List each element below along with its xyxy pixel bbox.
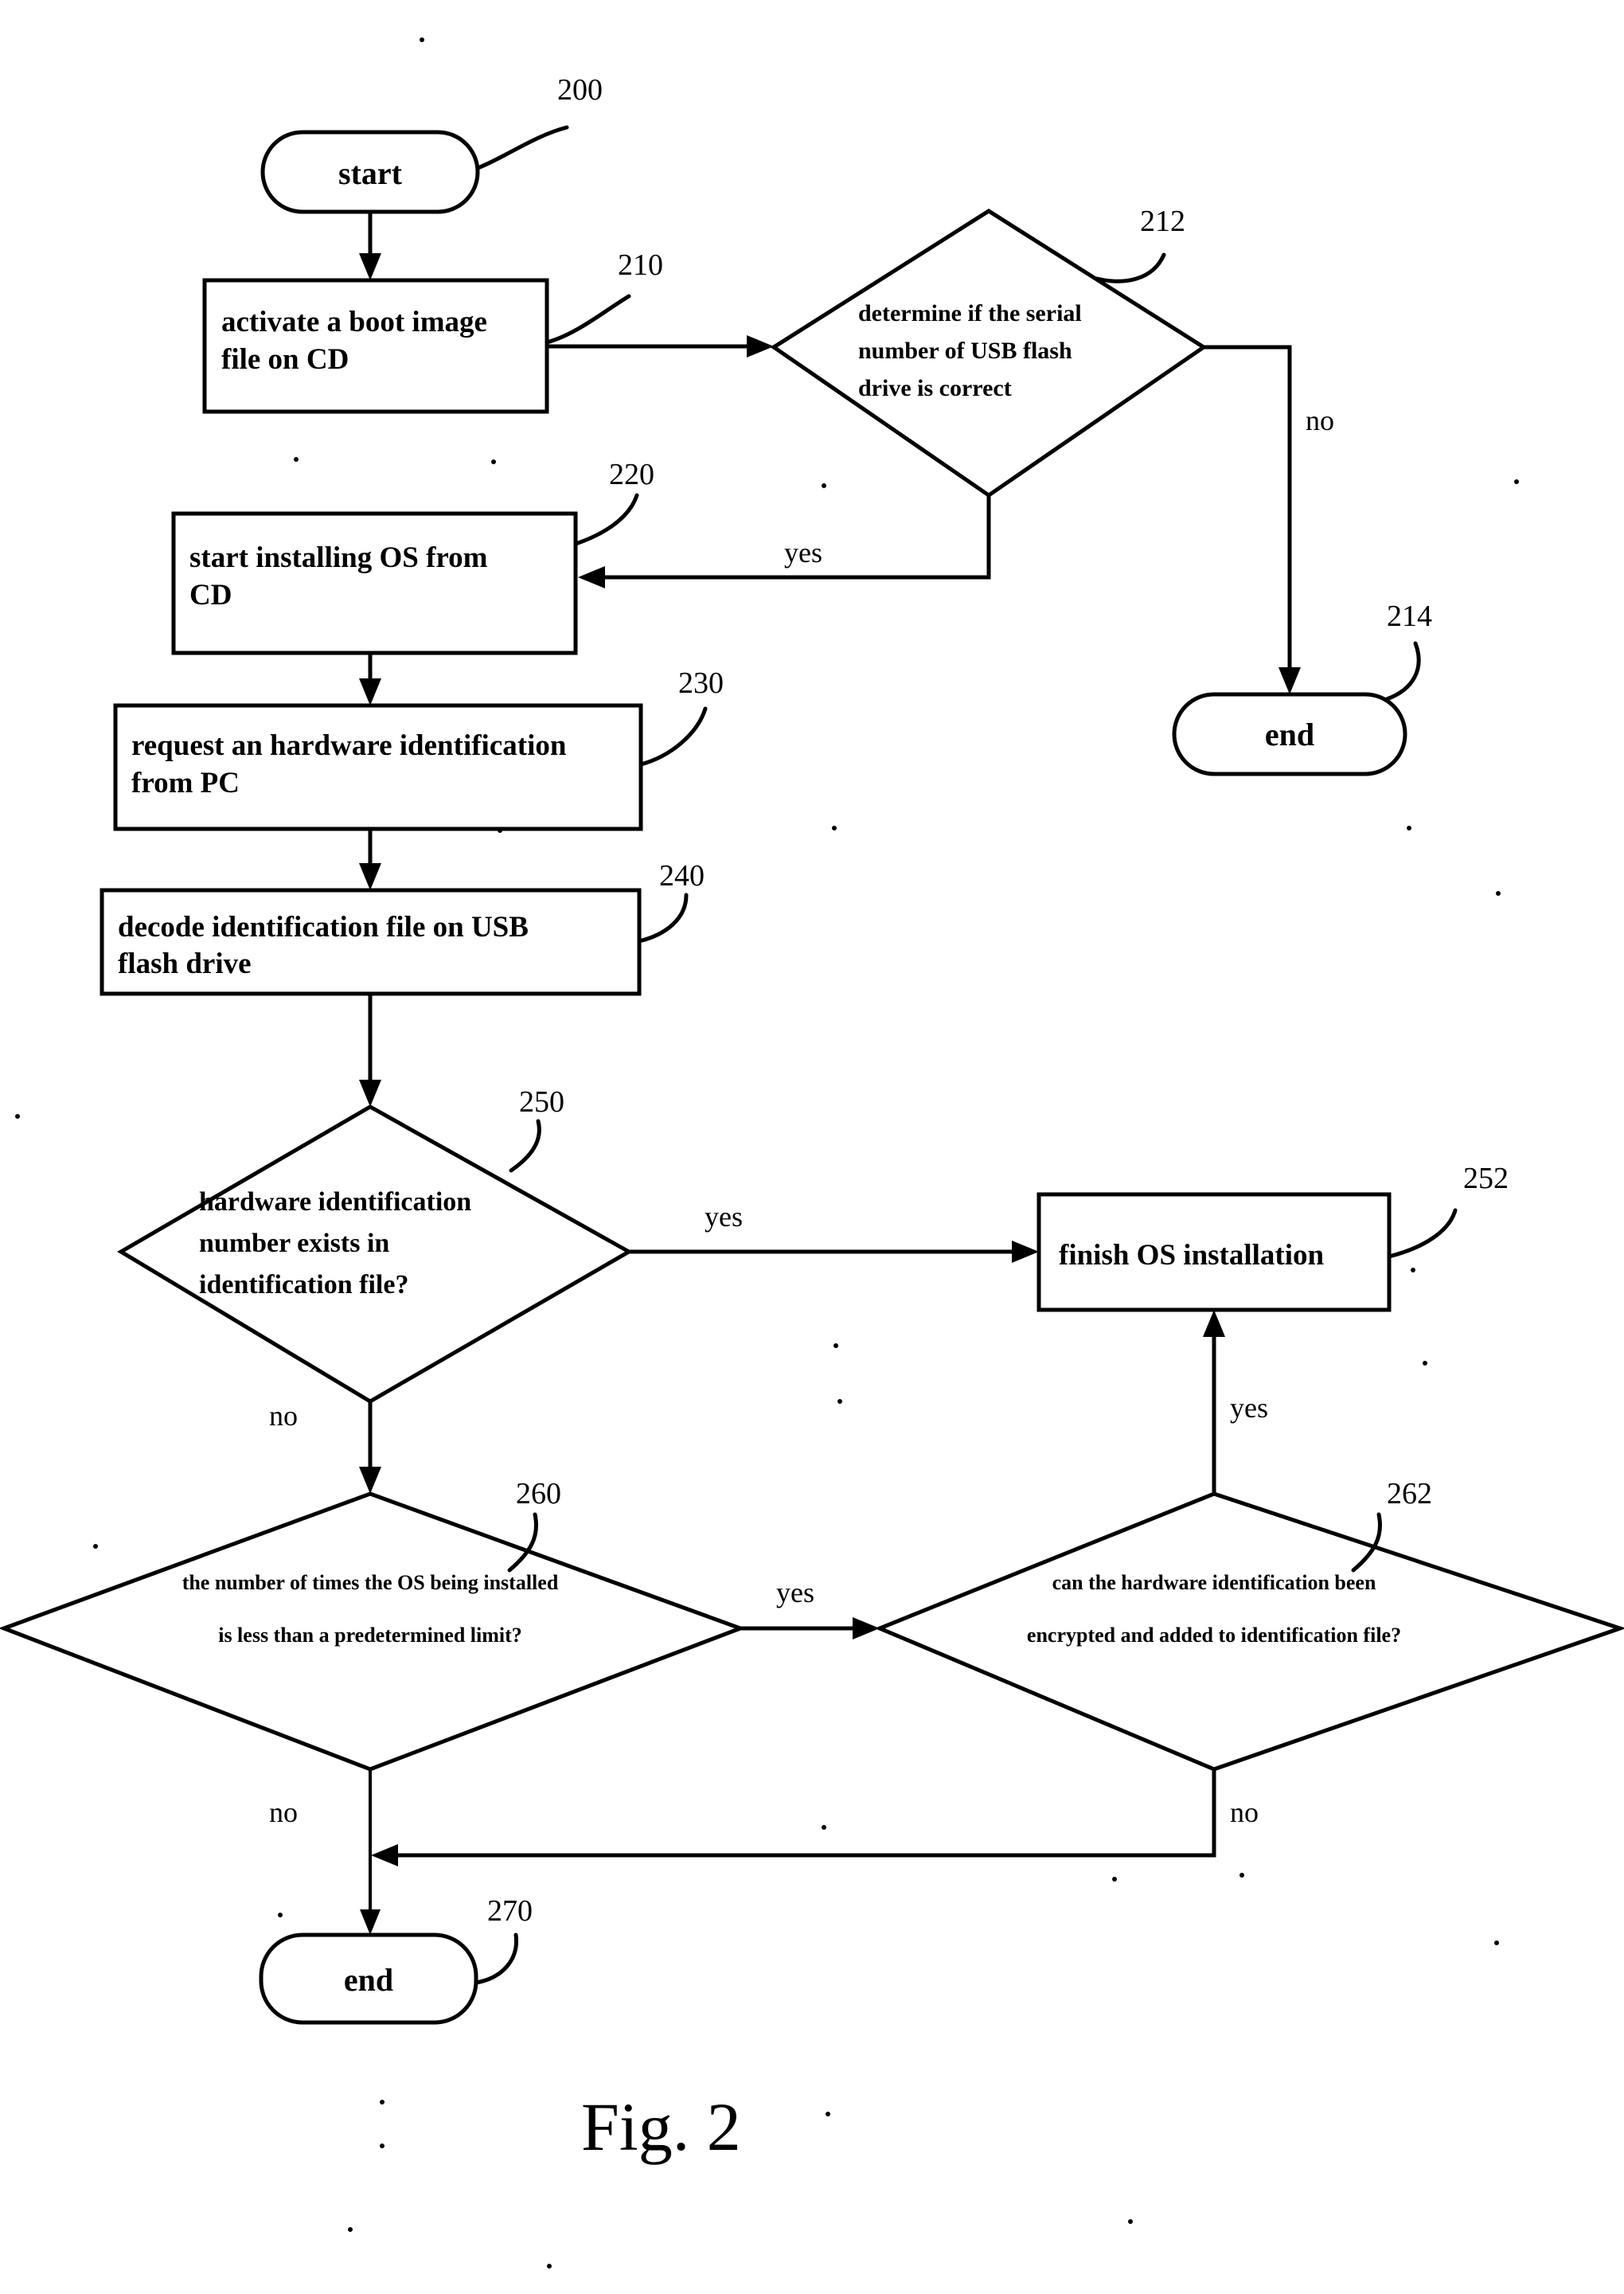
node-end-bottom: end <box>259 1933 478 2025</box>
leader-line-230 <box>638 706 708 767</box>
node-start: start <box>260 130 480 214</box>
connector-hwid-no-to-limit <box>359 1401 381 1494</box>
ref-number-270: 270 <box>487 1894 533 1928</box>
branch-label-encrypt-no: no <box>1230 1796 1259 1828</box>
ref-number-210: 210 <box>618 248 663 282</box>
connector-decode-to-hwid-exists <box>359 994 381 1107</box>
node-request-hardware-id: request an hardware identification from … <box>113 703 643 831</box>
start-label: start <box>338 155 403 191</box>
branch-label-serial-no: no <box>1306 404 1334 436</box>
hwid-exists-label-line1: hardware identification <box>199 1187 471 1217</box>
node-end-top: end <box>1172 692 1407 776</box>
node-hwid-exists-decision: hardware identification number exists in… <box>117 1104 634 1404</box>
serial-check-label-line2: number of USB flash <box>858 338 1072 364</box>
leader-line-212 <box>1095 252 1166 283</box>
ref-number-230: 230 <box>678 666 724 700</box>
leader-line-214 <box>1384 641 1421 701</box>
activate-boot-label-line2: file on CD <box>221 343 349 376</box>
connector-encrypt-yes-to-finish <box>1203 1310 1225 1494</box>
install-os-label-line1: start installing OS from <box>189 541 488 574</box>
hwid-exists-label-line2: number exists in <box>199 1229 389 1258</box>
figure-caption: Fig. 2 <box>581 2089 741 2165</box>
connector-install-to-request <box>359 653 381 705</box>
branch-label-encrypt-yes: yes <box>1230 1392 1268 1424</box>
install-os-label-line2: CD <box>189 579 232 612</box>
node-finish-os-installation: finish OS installation <box>1036 1192 1392 1312</box>
serial-check-label-line1: determine if the serial <box>858 300 1082 326</box>
ref-number-200: 200 <box>557 73 603 107</box>
leader-line-200 <box>475 125 569 170</box>
leader-line-250 <box>509 1119 541 1173</box>
leader-line-252 <box>1387 1208 1458 1259</box>
request-hwid-label-line1: request an hardware identification <box>131 729 567 762</box>
branch-label-serial-yes: yes <box>784 537 822 569</box>
flowchart-svg: start 200 activate a boot image file on … <box>0 37 1624 2269</box>
under-limit-label-line1: the number of times the OS being install… <box>182 1571 559 1594</box>
hwid-exists-label-line3: identification file? <box>199 1270 408 1299</box>
can-encrypt-label-line2: encrypted and added to identification fi… <box>1027 1624 1401 1647</box>
connector-activate-to-serial-check <box>547 335 774 358</box>
branch-label-hwid-yes: yes <box>705 1201 743 1233</box>
leader-line-210 <box>545 294 631 345</box>
under-limit-label-line2: is less than a predetermined limit? <box>218 1624 522 1647</box>
ref-number-214: 214 <box>1387 600 1432 633</box>
connector-limit-no-to-end <box>360 1769 381 1935</box>
serial-check-label-line3: drive is correct <box>858 375 1012 401</box>
connector-encrypt-no-to-end <box>371 1769 1216 1866</box>
ref-number-240: 240 <box>659 859 705 893</box>
node-decode-identification-file: decode identification file on USB flash … <box>100 888 642 996</box>
leader-line-220 <box>573 493 639 546</box>
decode-file-label-line1: decode identification file on USB <box>118 911 529 944</box>
node-install-count-decision: the number of times the OS being install… <box>0 1491 747 1772</box>
node-serial-number-check: determine if the serial number of USB fl… <box>770 209 1208 498</box>
request-hwid-label-line2: from PC <box>131 767 240 799</box>
leader-line-240 <box>637 893 689 944</box>
connector-hwid-yes-to-finish <box>629 1241 1039 1263</box>
connector-limit-yes-to-encrypt <box>740 1617 880 1639</box>
end-top-label: end <box>1265 717 1314 752</box>
can-encrypt-label-line1: can the hardware identification been <box>1052 1571 1376 1594</box>
connector-serial-yes-to-install <box>578 495 991 588</box>
ref-number-260: 260 <box>516 1477 561 1510</box>
finish-install-label: finish OS installation <box>1059 1239 1325 1272</box>
ref-number-220: 220 <box>609 458 654 491</box>
node-start-installing-os: start installing OS from CD <box>171 511 578 655</box>
connector-request-to-decode <box>359 829 381 890</box>
connector-serial-no-to-end <box>1204 345 1301 694</box>
ref-number-212: 212 <box>1140 205 1185 238</box>
install-os-box <box>171 511 578 655</box>
node-can-encrypt-decision: can the hardware identification been enc… <box>874 1491 1624 1772</box>
branch-label-limit-no: no <box>269 1796 298 1828</box>
branch-label-limit-yes: yes <box>776 1577 814 1608</box>
end-bottom-label: end <box>344 1962 393 1998</box>
ref-number-262: 262 <box>1387 1477 1432 1510</box>
activate-boot-label-line1: activate a boot image <box>221 306 487 338</box>
branch-label-hwid-no: no <box>269 1400 298 1432</box>
ref-number-252: 252 <box>1463 1162 1509 1195</box>
leader-line-270 <box>474 1933 518 1985</box>
patent-figure: start 200 activate a boot image file on … <box>0 0 1624 2294</box>
connector-start-to-activate <box>359 212 381 280</box>
node-activate-boot-image: activate a boot image file on CD <box>202 278 549 414</box>
decode-file-label-line2: flash drive <box>118 948 252 980</box>
ref-number-250: 250 <box>519 1085 564 1119</box>
